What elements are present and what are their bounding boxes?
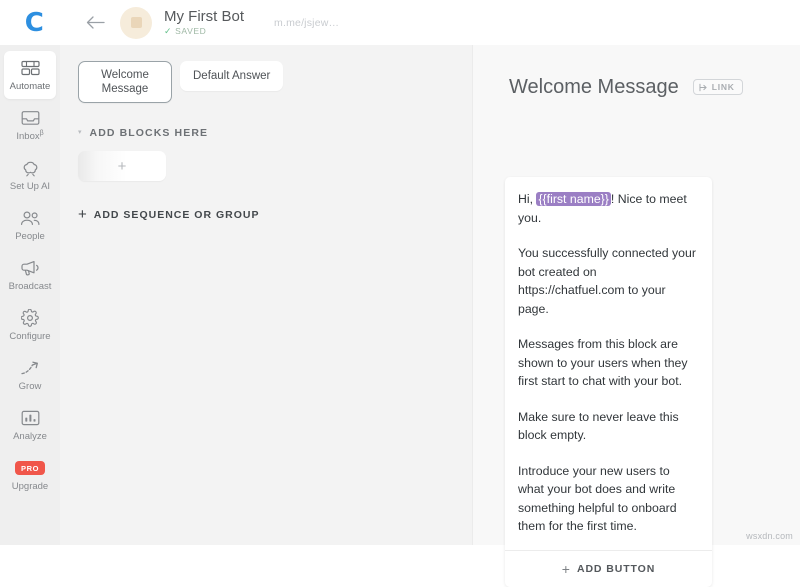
sidebar-item-grow[interactable]: Grow	[4, 351, 56, 399]
link-chip-label: LINK	[711, 82, 735, 92]
trend-arrow-icon	[20, 358, 40, 378]
pro-badge-icon: PRO	[14, 458, 46, 478]
sidebar-label-inbox-text: Inbox	[16, 131, 40, 142]
add-block-button[interactable]: +	[78, 151, 166, 181]
sidebar-label-inbox: Inboxβ	[16, 129, 44, 142]
sidebar-label-configure: Configure	[9, 331, 51, 342]
sidebar-item-upgrade[interactable]: PRO Upgrade	[4, 451, 56, 499]
tab-default-answer[interactable]: Default Answer	[180, 61, 284, 91]
watermark: wsxdn.com	[746, 531, 793, 541]
bot-avatar[interactable]	[120, 6, 152, 39]
sidebar-label-broadcast: Broadcast	[8, 281, 52, 292]
chatfuel-logo[interactable]: C	[0, 10, 68, 36]
plus-icon: +	[78, 206, 87, 223]
block-tabs: Welcome Message Default Answer	[78, 61, 472, 103]
link-chip-button[interactable]: LINK	[692, 79, 743, 95]
body-row: Automate Inboxβ Set Up AI People Broadca…	[0, 45, 800, 587]
sidebar-item-analyze[interactable]: Analyze	[4, 401, 56, 449]
sidebar-label-upgrade: Upgrade	[11, 481, 49, 492]
sidebar-label-automate: Automate	[9, 81, 51, 92]
sidebar-label-set-up-ai: Set Up AI	[9, 181, 51, 192]
sidebar-label-grow: Grow	[18, 381, 42, 392]
inbox-tray-icon	[21, 108, 40, 128]
detail-header: Welcome Message LINK	[473, 45, 800, 99]
add-blocks-section-header[interactable]: ▾ ADD BLOCKS HERE	[78, 127, 472, 139]
sidebar-item-configure[interactable]: Configure	[4, 301, 56, 349]
flow-canvas: Welcome Message Default Answer ▾ ADD BLO…	[60, 45, 472, 545]
message-card[interactable]: Hi, {{first name}}! Nice to meet you. Yo…	[505, 177, 712, 587]
add-blocks-title: ADD BLOCKS HERE	[89, 127, 209, 139]
plus-icon: +	[561, 560, 570, 577]
sidebar-item-automate[interactable]: Automate	[4, 51, 56, 99]
app-window: C My First Bot ✓ SAVED m.me/jsjew… Autom…	[0, 0, 800, 587]
first-name-token[interactable]: {{first name}}	[536, 192, 611, 206]
message-paragraph-5: Introduce your new users to what your bo…	[518, 463, 677, 534]
greeting-prefix: Hi,	[518, 192, 537, 206]
automate-blocks-icon	[20, 58, 40, 78]
message-paragraph-1: Hi, {{first name}}! Nice to meet you.	[518, 190, 698, 227]
people-icon	[20, 208, 41, 228]
left-sidebar: Automate Inboxβ Set Up AI People Broadca…	[0, 45, 60, 545]
ai-brain-icon	[21, 158, 40, 178]
bot-meta: My First Bot ✓ SAVED	[164, 8, 244, 37]
message-paragraph-3: Messages from this block are shown to yo…	[518, 337, 688, 388]
megaphone-icon	[20, 258, 40, 278]
pro-badge-label: PRO	[14, 461, 46, 475]
plus-icon: +	[117, 157, 127, 175]
avatar-glyph	[130, 17, 142, 28]
add-button-action[interactable]: + ADD BUTTON	[505, 549, 712, 587]
add-sequence-label: ADD SEQUENCE OR GROUP	[93, 209, 260, 221]
sidebar-item-people[interactable]: People	[4, 201, 56, 249]
tab-welcome-message[interactable]: Welcome Message	[78, 61, 172, 103]
sidebar-label-people: People	[15, 231, 45, 242]
message-paragraph-2: You successfully connected your bot crea…	[518, 246, 696, 316]
sidebar-item-set-up-ai[interactable]: Set Up AI	[4, 151, 56, 199]
bar-chart-icon	[21, 408, 40, 428]
bot-name: My First Bot	[164, 8, 245, 25]
back-arrow-icon[interactable]	[80, 8, 110, 38]
check-icon: ✓	[164, 26, 173, 36]
sidebar-item-inbox[interactable]: Inboxβ	[4, 101, 56, 149]
page-title: Welcome Message	[509, 76, 679, 98]
logo-letter: C	[24, 7, 44, 38]
beta-badge: β	[39, 129, 44, 137]
message-paragraph-4: Make sure to never leave this block empt…	[518, 409, 679, 443]
top-bar: C My First Bot ✓ SAVED m.me/jsjew…	[0, 0, 800, 45]
chevron-down-icon: ▾	[78, 129, 82, 136]
sidebar-label-analyze: Analyze	[13, 431, 47, 442]
add-sequence-or-group-button[interactable]: + ADD SEQUENCE OR GROUP	[78, 206, 472, 223]
gear-icon	[21, 308, 39, 328]
detail-panel: Welcome Message LINK Hi, {{first name}}!…	[472, 45, 800, 587]
saved-status: ✓ SAVED	[164, 26, 244, 37]
bot-url[interactable]: m.me/jsjew…	[274, 17, 339, 29]
saved-label: SAVED	[175, 26, 207, 36]
link-arrow-icon	[699, 83, 707, 91]
sidebar-item-broadcast[interactable]: Broadcast	[4, 251, 56, 299]
message-text-body[interactable]: Hi, {{first name}}! Nice to meet you. Yo…	[505, 177, 712, 550]
add-button-label: ADD BUTTON	[576, 562, 656, 575]
